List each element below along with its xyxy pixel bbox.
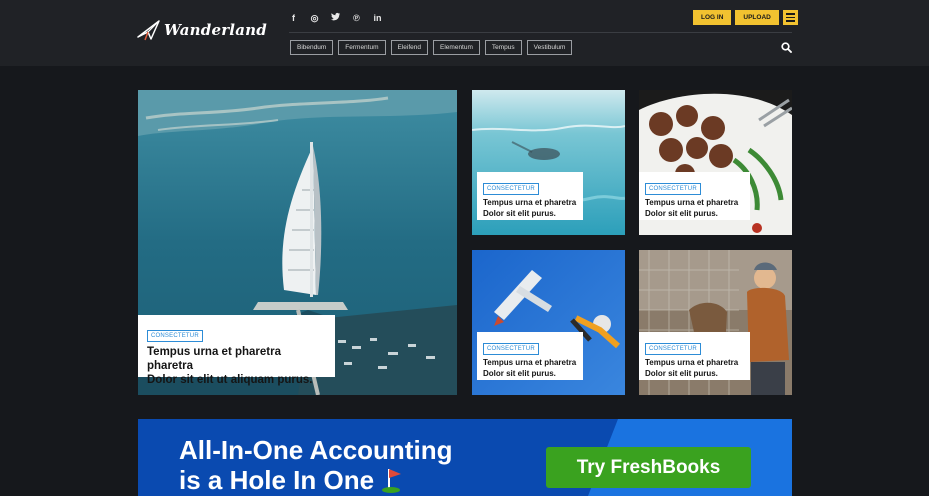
- site-header: Wanderland f ◎ ℗ in Bibendum Fermentum E…: [0, 0, 929, 66]
- nav-item-tempus[interactable]: Tempus: [484, 40, 522, 55]
- article-title: Tempus urna et pharetra Dolor sit elit p…: [645, 198, 744, 219]
- advertisement-banner[interactable]: All-In-One Accounting is a Hole In One T…: [138, 419, 792, 496]
- nav-item-vestibulum[interactable]: Vestibulum: [526, 40, 573, 55]
- ad-headline-line-1: All-In-One Accounting: [179, 435, 453, 465]
- title-line-2: Dolor sit elit purus.: [483, 368, 556, 378]
- featured-card-3[interactable]: CONSECTETUR Tempus urna et pharetra Dolo…: [472, 250, 625, 395]
- facebook-icon[interactable]: f: [289, 12, 298, 24]
- featured-main-card[interactable]: CONSECTETUR Tempus urna et pharetra phar…: [138, 90, 457, 395]
- card-4-caption: CONSECTETUR Tempus urna et pharetra Dolo…: [639, 332, 750, 380]
- try-freshbooks-button[interactable]: Try FreshBooks: [546, 447, 751, 488]
- golf-flag-icon: [382, 469, 402, 493]
- site-logo[interactable]: Wanderland: [137, 19, 267, 41]
- article-title: Tempus urna et pharetra pharetra Dolor s…: [147, 345, 326, 387]
- title-line-1: Tempus urna et pharetra pharetra: [147, 346, 281, 372]
- article-title: Tempus urna et pharetra Dolor sit elit p…: [645, 358, 744, 379]
- paper-plane-icon: [137, 20, 160, 41]
- card-3-caption: CONSECTETUR Tempus urna et pharetra Dolo…: [477, 332, 583, 380]
- title-line-2: Dolor sit elit purus.: [645, 368, 718, 378]
- nav-item-bibendum[interactable]: Bibendum: [290, 40, 334, 55]
- login-button[interactable]: LOG IN: [693, 10, 732, 25]
- category-tag[interactable]: CONSECTETUR: [645, 183, 701, 195]
- title-line-1: Tempus urna et pharetra: [483, 198, 577, 207]
- linkedin-icon[interactable]: in: [373, 12, 382, 24]
- category-tag[interactable]: CONSECTETUR: [147, 330, 203, 342]
- card-2-caption: CONSECTETUR Tempus urna et pharetra Dolo…: [639, 172, 750, 220]
- title-line-1: Tempus urna et pharetra: [645, 198, 739, 207]
- category-tag[interactable]: CONSECTETUR: [483, 183, 539, 195]
- header-divider: [289, 32, 792, 33]
- title-line-2: Dolor sit elit purus.: [483, 208, 556, 218]
- card-1-caption: CONSECTETUR Tempus urna et pharetra Dolo…: [477, 172, 583, 220]
- title-line-1: Tempus urna et pharetra: [483, 358, 577, 367]
- search-icon[interactable]: [781, 42, 792, 53]
- twitter-icon[interactable]: [331, 12, 340, 24]
- header-actions: LOG IN UPLOAD: [693, 10, 798, 25]
- instagram-icon[interactable]: ◎: [310, 12, 319, 24]
- featured-main-caption: CONSECTETUR Tempus urna et pharetra phar…: [138, 315, 335, 386]
- category-tag[interactable]: CONSECTETUR: [645, 343, 701, 355]
- category-nav: Bibendum Fermentum Eleifend Elementum Te…: [290, 40, 573, 55]
- featured-card-1[interactable]: CONSECTETUR Tempus urna et pharetra Dolo…: [472, 90, 625, 235]
- title-line-2: Dolor sit elit purus.: [645, 208, 718, 218]
- featured-card-4[interactable]: CONSECTETUR Tempus urna et pharetra Dolo…: [639, 250, 792, 395]
- upload-button[interactable]: UPLOAD: [735, 10, 779, 25]
- category-tag[interactable]: CONSECTETUR: [483, 343, 539, 355]
- hamburger-menu-icon[interactable]: [782, 10, 798, 25]
- ad-headline: All-In-One Accounting is a Hole In One: [179, 435, 452, 495]
- title-line-1: Tempus urna et pharetra: [645, 358, 739, 367]
- logo-text: Wanderland: [164, 21, 267, 39]
- pinterest-icon[interactable]: ℗: [352, 12, 361, 24]
- twitter-bird-icon: [331, 12, 340, 21]
- nav-item-fermentum[interactable]: Fermentum: [338, 40, 386, 55]
- nav-item-elementum[interactable]: Elementum: [433, 40, 480, 55]
- ad-headline-line-2: is a Hole In One: [179, 465, 452, 495]
- social-links: f ◎ ℗ in: [289, 12, 382, 24]
- featured-card-2[interactable]: CONSECTETUR Tempus urna et pharetra Dolo…: [639, 90, 792, 235]
- article-title: Tempus urna et pharetra Dolor sit elit p…: [483, 358, 577, 379]
- nav-item-eleifend[interactable]: Eleifend: [390, 40, 429, 55]
- title-line-2: Dolor sit elit ut aliquam purus.: [147, 374, 313, 386]
- article-title: Tempus urna et pharetra Dolor sit elit p…: [483, 198, 577, 219]
